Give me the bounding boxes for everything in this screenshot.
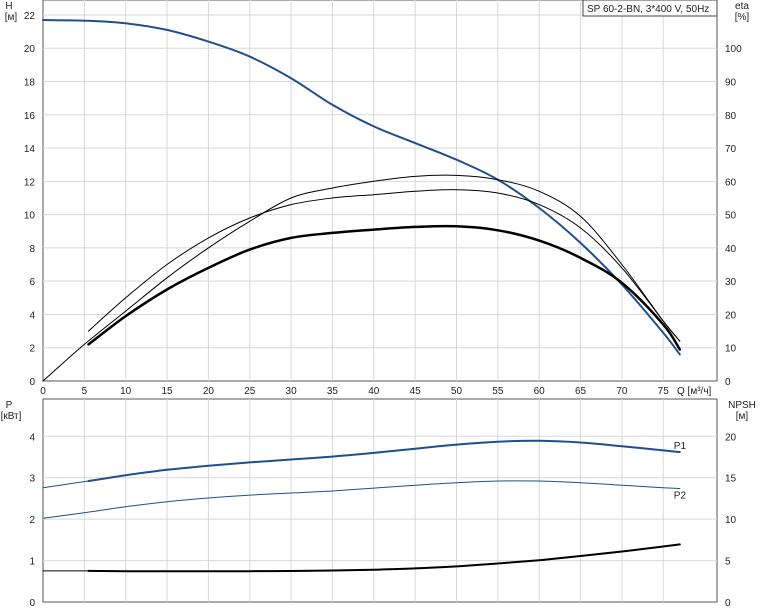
- left-axis-label: H: [5, 1, 12, 12]
- x-tick-label: 30: [286, 386, 298, 397]
- x-tick-label: 5: [82, 386, 88, 397]
- x-tick-label: 55: [492, 386, 504, 397]
- left-tick-label: 0: [29, 377, 35, 388]
- right-tick-label: 10: [725, 344, 737, 355]
- right-tick-label: 20: [725, 432, 737, 443]
- x-tick-label: 65: [575, 386, 587, 397]
- right-tick-label: 100: [725, 44, 742, 55]
- left-tick-label: 16: [24, 111, 36, 122]
- right-tick-label: 0: [725, 377, 731, 388]
- x-tick-label: 0: [40, 386, 46, 397]
- right-tick-label: 50: [725, 211, 737, 222]
- right-axis-unit: [%]: [735, 12, 750, 23]
- series-label-p1: P1: [674, 441, 687, 452]
- power-npsh-panel: 0 1 2 3 4 0 5 10 15 20 P[кВт] NPSH[м] P1 P2: [1, 398, 756, 609]
- x-tick-label: 20: [203, 386, 215, 397]
- right-tick-label: 0: [725, 598, 731, 609]
- title-box: SP 60-2-BN, 3*400 V, 50Hz: [582, 0, 718, 17]
- x-tick-label: 15: [161, 386, 173, 397]
- right-tick-label: 60: [725, 177, 737, 188]
- right-tick-label: 30: [725, 277, 737, 288]
- right-tick-label: 40: [725, 244, 737, 255]
- x-tick-label: 10: [120, 386, 132, 397]
- pump-curve-chart: 0 5 10 15 20 25 30 35 40 45 50 55 60 65 70 750246810121…: [1, 0, 756, 609]
- left-tick-label: 1: [29, 557, 35, 568]
- left-tick-label: 4: [29, 432, 35, 443]
- right-axis-unit: [м]: [736, 411, 749, 422]
- left-tick-label: 10: [24, 211, 36, 222]
- x-tick-label: 70: [616, 386, 628, 397]
- right-tick-label: 80: [725, 111, 737, 122]
- plot-frame: [42, 0, 718, 382]
- left-tick-label: 4: [29, 310, 35, 321]
- chart-title: SP 60-2-BN, 3*400 V, 50Hz: [587, 4, 709, 15]
- x-tick-label: 45: [410, 386, 422, 397]
- left-tick-label: 14: [24, 144, 36, 155]
- left-tick-label: 8: [29, 244, 35, 255]
- right-tick-label: 70: [725, 144, 737, 155]
- left-axis-unit: [кВт]: [1, 411, 22, 422]
- x-tick-label: 40: [368, 386, 380, 397]
- x-tick-label: 60: [534, 386, 546, 397]
- right-tick-label: 90: [725, 78, 737, 89]
- left-axis-unit: [м]: [5, 12, 18, 23]
- left-tick-label: 2: [29, 344, 35, 355]
- left-tick-label: 12: [24, 177, 36, 188]
- right-axis-label: eta: [735, 1, 749, 12]
- left-tick-label: 6: [29, 277, 35, 288]
- left-tick-label: 20: [24, 44, 36, 55]
- x-axis-label: Q [м³/ч]: [677, 386, 712, 397]
- x-tick-label: 75: [658, 386, 670, 397]
- left-tick-label: 2: [29, 515, 35, 526]
- x-tick-label: 35: [327, 386, 339, 397]
- x-tick-label: 50: [451, 386, 463, 397]
- right-tick-label: 10: [725, 515, 737, 526]
- right-axis-label: NPSH: [728, 400, 756, 411]
- left-tick-label: 0: [29, 598, 35, 609]
- right-tick-label: 15: [725, 474, 737, 485]
- x-tick-label: 25: [244, 386, 256, 397]
- left-axis-label: P: [6, 400, 13, 411]
- head-efficiency-panel: 0 5 10 15 20 25 30 35 40 45 50 55 60 65 70 75 0 2 4 6 8 10 12 1…: [5, 0, 750, 397]
- right-tick-label: 20: [725, 310, 737, 321]
- left-tick-label: 3: [29, 474, 35, 485]
- right-tick-label: 5: [725, 557, 731, 568]
- left-tick-label: 18: [24, 78, 36, 89]
- series-label-p2: P2: [674, 490, 687, 501]
- left-tick-label: 22: [24, 11, 36, 22]
